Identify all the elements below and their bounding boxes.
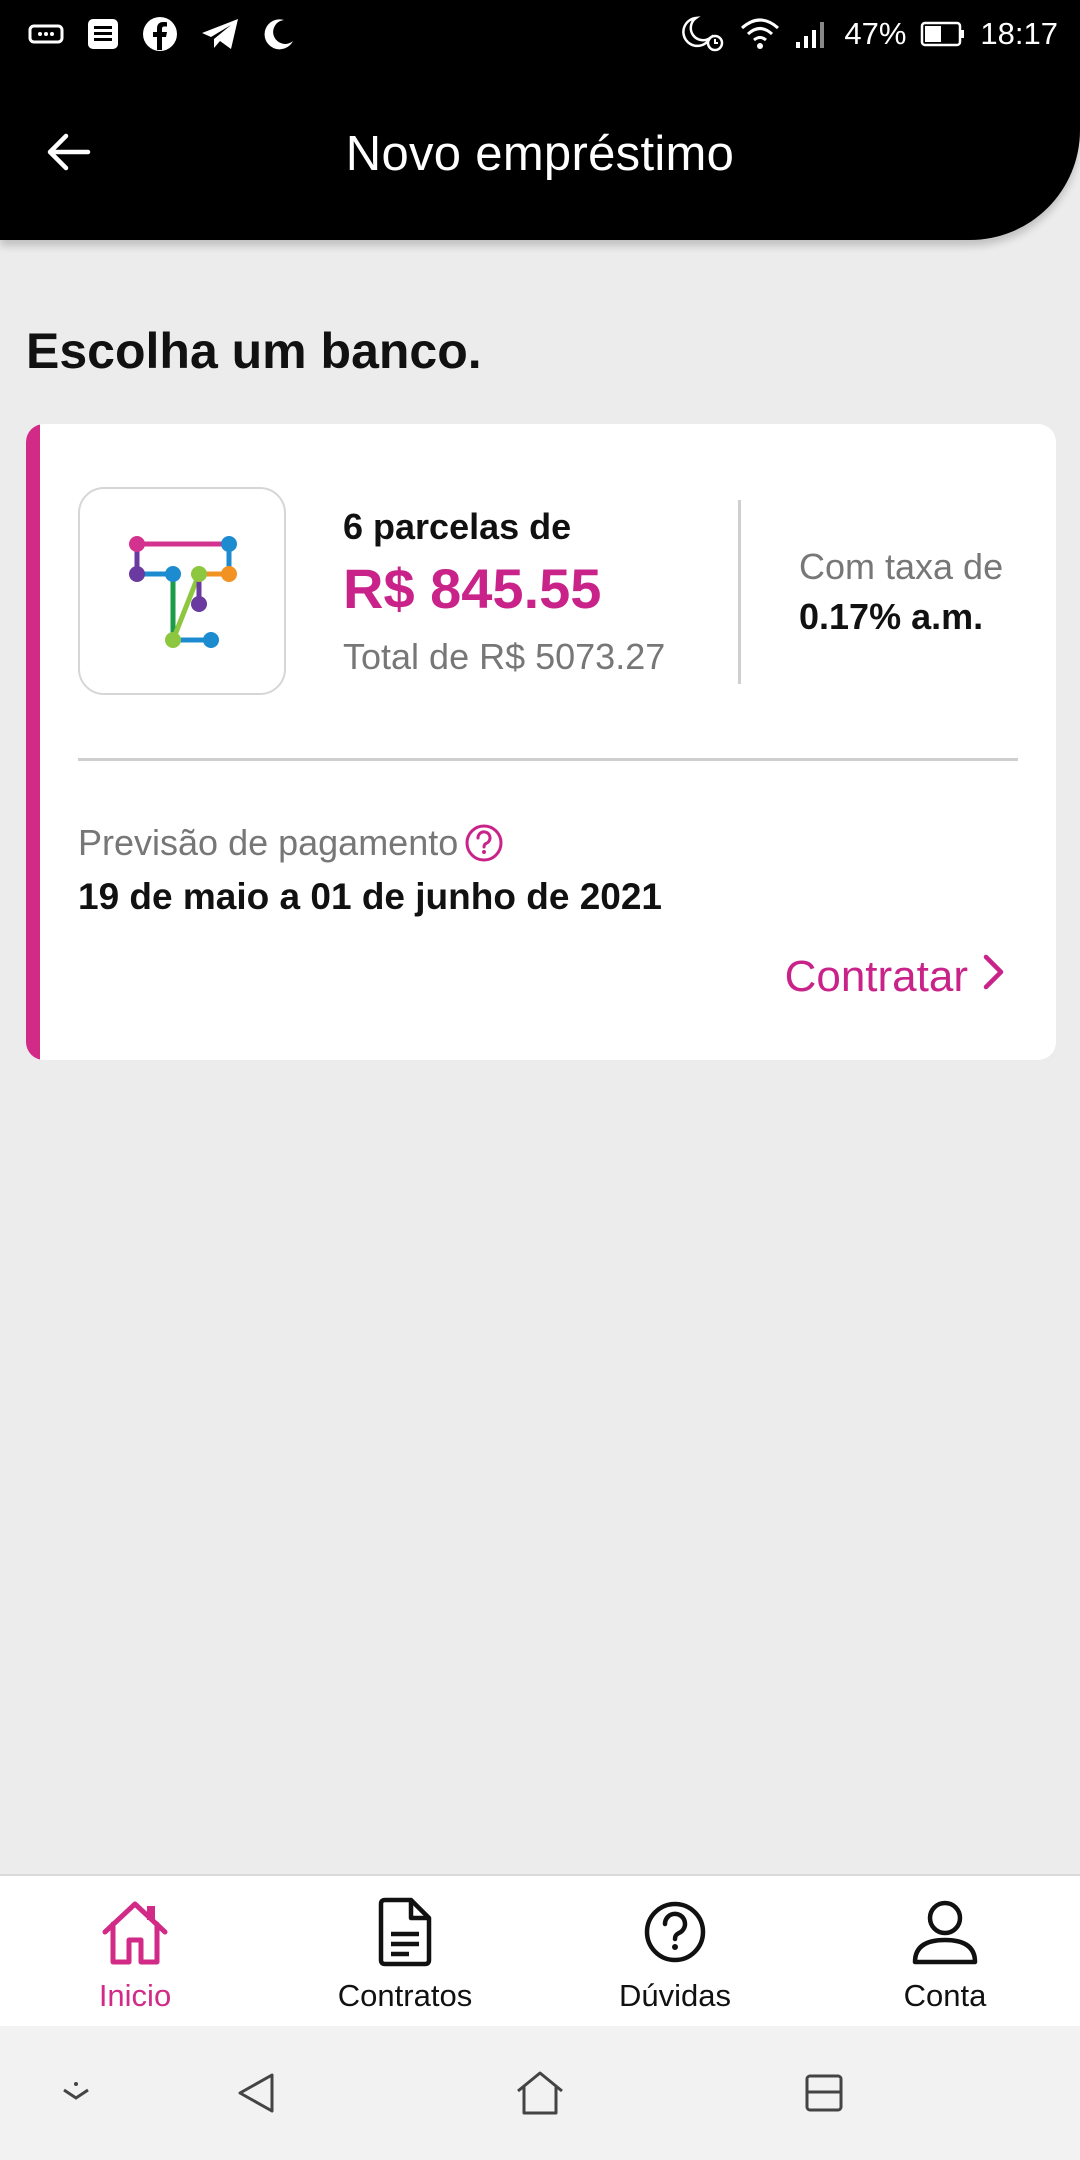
- status-left-icons: [28, 16, 296, 52]
- clock: 18:17: [980, 16, 1058, 51]
- recents-icon[interactable]: [803, 2072, 845, 2114]
- wifi-icon: [740, 16, 780, 52]
- forecast-label-row: Previsão de pagamento: [78, 822, 504, 864]
- home-outline-icon[interactable]: [514, 2069, 566, 2117]
- news-icon: [86, 17, 120, 51]
- nav-label: Contratos: [337, 1978, 473, 2013]
- page-title: Novo empréstimo: [345, 127, 735, 181]
- nav-item-duvidas[interactable]: Dúvidas: [540, 1876, 810, 2026]
- rate-value: 0.17% a.m.: [799, 596, 984, 637]
- system-navigation-bar: [0, 2026, 1080, 2160]
- status-bar: 47% 18:17: [0, 0, 1080, 68]
- rate-label: Com taxa de: [799, 546, 1004, 587]
- status-right-icons: 47% 18:17: [680, 14, 1058, 54]
- installments-label: 6 parcelas de: [343, 506, 572, 547]
- horizontal-divider: [78, 758, 1018, 761]
- back-triangle-icon[interactable]: [234, 2071, 278, 2115]
- installment-value: R$ 845.55: [343, 557, 602, 620]
- nav-item-contratos[interactable]: Contratos: [270, 1876, 540, 2026]
- nav-label: Dúvidas: [619, 1978, 731, 2013]
- help-circle-icon: [637, 1894, 713, 1970]
- battery-icon: [920, 20, 966, 48]
- arrow-left-icon: [44, 132, 92, 177]
- loan-offer-card[interactable]: 6 parcelas de R$ 845.55 Total de R$ 5073…: [26, 424, 1056, 1060]
- signal-icon: [794, 18, 830, 50]
- forecast-label: Previsão de pagamento: [78, 822, 459, 863]
- card-accent-bar: [26, 424, 40, 1060]
- help-circle-icon[interactable]: [464, 823, 504, 863]
- home-icon: [97, 1894, 173, 1970]
- nav-item-inicio[interactable]: Inicio: [0, 1876, 270, 2026]
- vertical-divider: [738, 500, 741, 684]
- telegram-icon: [200, 17, 240, 51]
- back-button[interactable]: [40, 126, 96, 182]
- keyboard-hide-icon[interactable]: [56, 2078, 96, 2108]
- section-title: Escolha um banco.: [26, 323, 482, 379]
- do-not-disturb-alarm-icon: [680, 14, 726, 54]
- moon-icon: [262, 17, 296, 51]
- contract-label: Contratar: [784, 952, 968, 1001]
- bank-logo: [78, 487, 286, 695]
- app-header: Novo empréstimo: [0, 68, 1080, 240]
- facebook-icon: [142, 16, 178, 52]
- chevron-right-icon: [982, 952, 1006, 1002]
- nav-label: Conta: [903, 1978, 987, 2013]
- vpn-key-icon: [28, 22, 64, 46]
- total-value: Total de R$ 5073.27: [343, 636, 666, 677]
- bottom-navigation: Inicio Contratos Dúvidas Conta: [0, 1874, 1080, 2026]
- nav-item-conta[interactable]: Conta: [810, 1876, 1080, 2026]
- battery-percent: 47%: [844, 16, 907, 51]
- contract-button[interactable]: Contratar: [785, 952, 1006, 1002]
- document-icon: [367, 1894, 443, 1970]
- user-icon: [907, 1894, 983, 1970]
- forecast-value: 19 de maio a 01 de junho de 2021: [78, 876, 663, 917]
- nav-label: Inicio: [98, 1978, 172, 2013]
